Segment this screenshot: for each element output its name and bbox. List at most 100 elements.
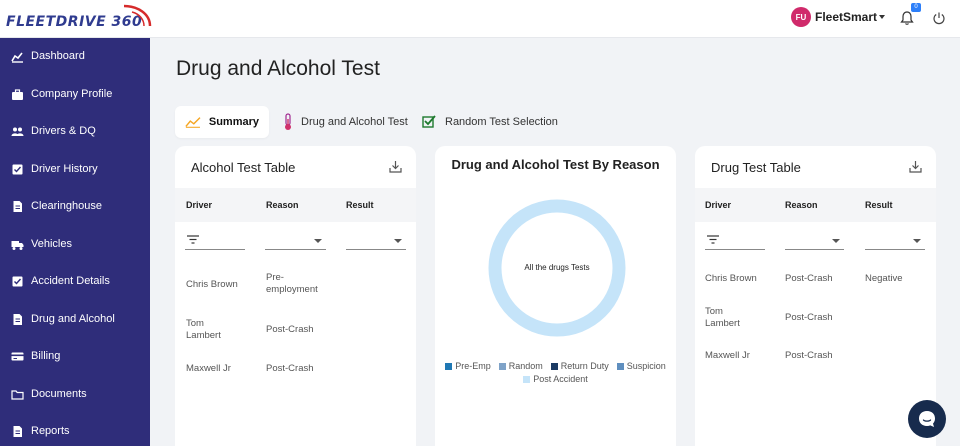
- filter-icon: [187, 235, 199, 244]
- donut-center-label: All the drugs Tests: [524, 263, 590, 272]
- cell-driver: Maxwell Jr: [186, 363, 231, 374]
- sidebar: Dashboard Company Profile Drivers & DQ Driv…: [0, 38, 150, 446]
- table-header: Driver Reason Result: [175, 188, 416, 222]
- driver-filter-input[interactable]: [705, 230, 765, 250]
- sidebar-item-label: Driver History: [31, 163, 98, 175]
- filter-icon: [707, 235, 719, 244]
- cell-driver: Tom Lambert: [705, 306, 740, 329]
- sidebar-item-accident-details[interactable]: Accident Details: [0, 264, 150, 298]
- trend-icon: [185, 117, 201, 128]
- table-header: Driver Reason Result: [695, 188, 936, 222]
- sidebar-item-company-profile[interactable]: Company Profile: [0, 77, 150, 111]
- chevron-down-icon: [832, 239, 840, 243]
- sidebar-item-documents[interactable]: Documents: [0, 377, 150, 411]
- column-header-result[interactable]: Result: [865, 200, 893, 210]
- tab-drug-and-alcohol-test[interactable]: Drug and Alcohol Test: [273, 106, 418, 138]
- column-header-driver[interactable]: Driver: [186, 200, 212, 210]
- chat-button[interactable]: [908, 400, 946, 438]
- legend-swatch: [616, 362, 624, 370]
- legend-swatch: [523, 375, 531, 383]
- tab-label: Drug and Alcohol Test: [301, 116, 408, 128]
- notification-badge: 0: [911, 3, 921, 12]
- briefcase-icon: [11, 88, 24, 101]
- result-filter-select[interactable]: [865, 230, 925, 250]
- sidebar-item-label: Billing: [31, 350, 61, 362]
- user-name: FleetSmart: [815, 10, 878, 24]
- legend-item-post-accident[interactable]: Post Accident: [523, 374, 588, 384]
- users-icon: [11, 125, 24, 138]
- sidebar-item-label: Vehicles: [31, 238, 72, 250]
- chart-title: Drug and Alcohol Test By Reason: [451, 157, 660, 172]
- sidebar-item-vehicles[interactable]: Vehicles: [0, 227, 150, 261]
- sidebar-item-drivers-dq[interactable]: Drivers & DQ: [0, 114, 150, 148]
- user-menu[interactable]: FU FleetSmart: [791, 6, 886, 28]
- tab-label: Summary: [208, 116, 259, 128]
- sidebar-item-label: Drug and Alcohol: [31, 313, 115, 325]
- result-filter-select[interactable]: [346, 230, 406, 250]
- sidebar-item-label: Company Profile: [31, 88, 113, 100]
- chevron-down-icon: [394, 239, 402, 243]
- legend-label: Suspicion: [626, 361, 666, 371]
- legend-swatch: [498, 362, 506, 370]
- brand-logo[interactable]: FLEETDRIVE 360: [6, 4, 156, 34]
- legend-swatch: [445, 362, 453, 370]
- sidebar-item-drug-and-alcohol[interactable]: Drug and Alcohol: [0, 302, 150, 336]
- legend-item-suspicion[interactable]: Suspicion: [616, 361, 666, 371]
- thermometer-icon: [285, 113, 291, 130]
- cell-driver: Chris Brown: [186, 279, 238, 290]
- column-header-driver[interactable]: Driver: [705, 200, 731, 210]
- chevron-down-icon: [879, 15, 886, 19]
- chat-bubble-icon: [919, 411, 935, 427]
- filter-row: [695, 224, 936, 254]
- chart-legend: Pre-Emp Random Return Duty Suspicion Post Ac…: [445, 361, 666, 384]
- sidebar-item-dashboard[interactable]: Dashboard: [0, 39, 150, 73]
- cell-driver: Maxwell Jr: [705, 350, 750, 361]
- download-icon[interactable]: [909, 160, 922, 173]
- driver-filter-input[interactable]: [185, 230, 245, 250]
- chevron-down-icon: [314, 239, 322, 243]
- chevron-down-icon: [913, 239, 921, 243]
- drug-test-card: Drug Test Table Driver Reason Result Chr…: [695, 146, 936, 446]
- legend-item-return-duty[interactable]: Return Duty: [550, 361, 609, 371]
- cell-reason: Post-Crash: [266, 324, 314, 335]
- cell-reason: Post-Crash: [785, 312, 833, 323]
- sidebar-item-driver-history[interactable]: Driver History: [0, 152, 150, 186]
- document-icon: [11, 313, 24, 326]
- column-header-result[interactable]: Result: [346, 200, 374, 210]
- column-header-reason[interactable]: Reason: [266, 200, 299, 210]
- reason-filter-select[interactable]: [265, 230, 326, 250]
- tab-random-test-selection[interactable]: Random Test Selection: [412, 106, 568, 138]
- tab-summary[interactable]: Summary: [175, 106, 269, 138]
- sidebar-item-clearinghouse[interactable]: Clearinghouse: [0, 189, 150, 223]
- sidebar-item-label: Documents: [31, 388, 87, 400]
- legend-item-pre-emp[interactable]: Pre-Emp: [445, 361, 491, 371]
- reason-filter-select[interactable]: [785, 230, 844, 250]
- truck-icon: [11, 238, 24, 251]
- page-title: Drug and Alcohol Test: [176, 57, 380, 80]
- checklist-icon: [11, 275, 24, 288]
- cell-result: Negative: [865, 273, 903, 284]
- sidebar-item-billing[interactable]: Billing: [0, 339, 150, 373]
- cell-driver: Chris Brown: [705, 273, 757, 284]
- sidebar-item-label: Dashboard: [31, 50, 85, 62]
- bell-icon[interactable]: [900, 10, 914, 26]
- card-title: Drug Test Table: [711, 160, 801, 175]
- cell-reason: Post-Crash: [785, 350, 833, 361]
- legend-item-random[interactable]: Random: [498, 361, 543, 371]
- cell-driver: Tom Lambert: [186, 318, 221, 341]
- sidebar-item-reports[interactable]: Reports: [0, 414, 150, 446]
- column-header-reason[interactable]: Reason: [785, 200, 818, 210]
- legend-label: Pre-Emp: [455, 361, 491, 371]
- chart-icon: [11, 50, 24, 63]
- billing-icon: [11, 350, 24, 363]
- tab-label: Random Test Selection: [445, 116, 558, 128]
- legend-label: Random: [508, 361, 543, 371]
- legend-swatch: [550, 362, 558, 370]
- download-icon[interactable]: [389, 160, 402, 173]
- logo-swoosh-icon: [123, 4, 152, 27]
- checkbox-icon: [422, 115, 436, 128]
- card-title: Alcohol Test Table: [191, 160, 296, 175]
- legend-label: Return Duty: [560, 361, 609, 371]
- avatar: FU: [791, 7, 811, 27]
- power-icon[interactable]: [932, 11, 946, 25]
